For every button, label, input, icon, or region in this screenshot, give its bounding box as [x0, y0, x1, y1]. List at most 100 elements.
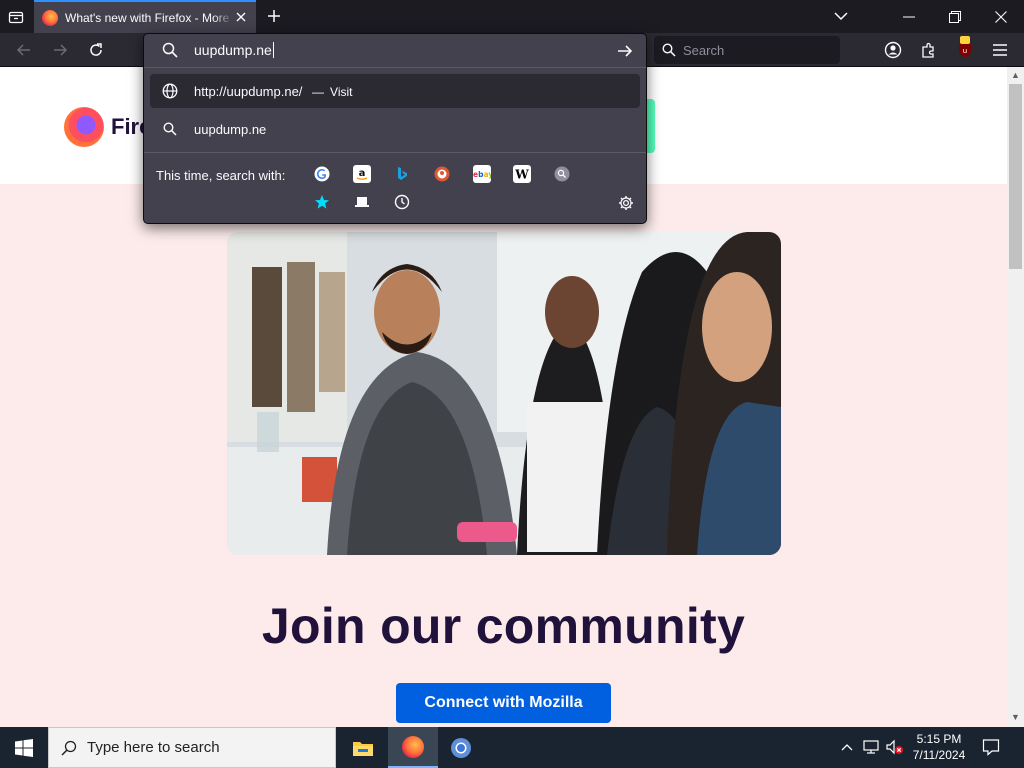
- result-search-term: uupdump.ne: [194, 121, 267, 137]
- extensions-button[interactable]: [915, 36, 943, 64]
- tab-whats-new[interactable]: What's new with Firefox - More: [34, 0, 256, 33]
- restore-button[interactable]: [932, 0, 978, 33]
- star-icon: [315, 195, 329, 209]
- bookmarks-search-button[interactable]: [313, 193, 331, 211]
- svg-text:u: u: [963, 47, 967, 55]
- taskbar-search-box[interactable]: Type here to search: [48, 727, 336, 768]
- close-icon: [995, 10, 1007, 23]
- urlbar-divider: [144, 152, 646, 153]
- one-off-search-label: This time, search with:: [156, 168, 286, 183]
- reload-icon: [90, 43, 102, 56]
- close-window-button[interactable]: [978, 0, 1024, 33]
- new-tab-button[interactable]: [262, 4, 286, 28]
- ebay-icon: ebay: [473, 170, 491, 179]
- svg-text:W: W: [514, 168, 529, 182]
- minimize-button[interactable]: [886, 0, 932, 33]
- generic-search-engine-button[interactable]: [553, 165, 571, 183]
- puzzle-icon: [922, 42, 934, 58]
- arrow-right-icon: [618, 45, 633, 57]
- amazon-icon: a: [356, 168, 368, 180]
- windows-taskbar: Type here to search 5:15 PM 7/11/2024: [0, 727, 1024, 768]
- notifications-button[interactable]: [980, 736, 1002, 758]
- arrow-left-icon: [16, 44, 30, 56]
- search-bar-placeholder: Search: [683, 42, 725, 58]
- windows-logo-icon: [15, 738, 33, 757]
- ublock-extension-button[interactable]: u: [951, 36, 979, 64]
- search-settings-button[interactable]: [616, 193, 636, 213]
- chromium-icon: [451, 737, 471, 758]
- bing-engine-button[interactable]: [393, 165, 411, 183]
- text-caret: [272, 42, 274, 58]
- result-url: http://uupdump.ne/ — Visit: [194, 83, 353, 99]
- urlbar-input-row[interactable]: uupdump.ne: [144, 34, 646, 68]
- search-engine-icon: [554, 166, 570, 182]
- account-icon: [884, 41, 902, 59]
- history-search-button[interactable]: [393, 193, 411, 211]
- search-bar[interactable]: Search: [654, 36, 840, 64]
- firefox-favicon-icon: [42, 9, 58, 26]
- amazon-engine-button[interactable]: a: [353, 165, 371, 183]
- hamburger-menu-icon: [993, 44, 1007, 56]
- system-clock[interactable]: 5:15 PM 7/11/2024: [906, 731, 972, 763]
- app-menu-button[interactable]: [986, 36, 1014, 64]
- extension-badge: [960, 36, 970, 44]
- tab-list-icon: [8, 11, 24, 24]
- folder-icon: [353, 741, 373, 756]
- close-tab-button[interactable]: [232, 8, 250, 26]
- connect-with-mozilla-button[interactable]: Connect with Mozilla: [396, 683, 611, 723]
- show-hidden-icons-button[interactable]: [838, 738, 856, 756]
- people-meeting-image: [227, 232, 781, 555]
- wikipedia-icon: W: [514, 168, 529, 182]
- chrome-taskbar-button[interactable]: [436, 727, 486, 768]
- wikipedia-engine-button[interactable]: W: [513, 165, 531, 183]
- firefox-icon: [402, 735, 424, 758]
- tab-strip: What's new with Firefox - More: [0, 0, 1024, 33]
- restore-icon: [949, 10, 961, 23]
- start-button[interactable]: [0, 727, 48, 768]
- duckduckgo-icon: [434, 166, 450, 182]
- urlbar-input[interactable]: uupdump.ne: [194, 42, 274, 58]
- firefox-taskbar-button[interactable]: [388, 727, 438, 768]
- close-icon: [236, 12, 246, 22]
- taskbar-search-placeholder: Type here to search: [87, 739, 220, 756]
- gear-icon: [619, 196, 633, 210]
- network-tray-button[interactable]: [862, 738, 880, 756]
- result-action-visit: Visit: [330, 84, 353, 99]
- firefox-logo: [64, 107, 104, 147]
- file-explorer-taskbar-button[interactable]: [338, 727, 388, 768]
- scroll-down-arrow-icon[interactable]: ▼: [1011, 712, 1020, 722]
- forward-button[interactable]: [46, 36, 74, 64]
- svg-text:ebay: ebay: [473, 170, 491, 179]
- result-separator: —: [312, 84, 325, 99]
- ebay-engine-button[interactable]: ebay: [473, 165, 491, 183]
- tabs-dropdown-button[interactable]: [829, 4, 853, 28]
- page-headline: Join our community: [261, 598, 746, 654]
- scrollbar-thumb[interactable]: [1009, 84, 1022, 269]
- svg-text:a: a: [359, 168, 366, 179]
- google-engine-button[interactable]: [313, 165, 331, 183]
- page-scrollbar[interactable]: ▲ ▼: [1007, 67, 1024, 727]
- account-button[interactable]: [879, 36, 907, 64]
- search-icon: [162, 121, 178, 137]
- clock-time: 5:15 PM: [916, 732, 962, 746]
- search-icon: [662, 43, 676, 57]
- go-button[interactable]: [614, 40, 636, 62]
- list-all-tabs-button[interactable]: [4, 5, 28, 29]
- volume-muted-icon: [886, 739, 903, 755]
- chevron-up-icon: [841, 744, 853, 751]
- reload-button[interactable]: [82, 36, 110, 64]
- duckduckgo-engine-button[interactable]: [433, 165, 451, 183]
- scroll-up-arrow-icon[interactable]: ▲: [1011, 70, 1020, 80]
- community-photo: [227, 232, 781, 555]
- notification-icon: [982, 739, 1000, 756]
- urlbar-result-search[interactable]: uupdump.ne: [150, 112, 640, 146]
- back-button[interactable]: [10, 36, 38, 64]
- search-icon: [162, 42, 178, 58]
- volume-tray-button[interactable]: [886, 738, 904, 756]
- tabs-search-button[interactable]: [353, 193, 371, 211]
- urlbar-dropdown: uupdump.ne http://uupdump.ne/ — Visit uu…: [143, 33, 647, 224]
- urlbar-result-visit[interactable]: http://uupdump.ne/ — Visit: [150, 74, 640, 108]
- bing-icon: [398, 167, 407, 180]
- minimize-icon: [903, 16, 915, 17]
- header-button-edge[interactable]: [646, 99, 655, 153]
